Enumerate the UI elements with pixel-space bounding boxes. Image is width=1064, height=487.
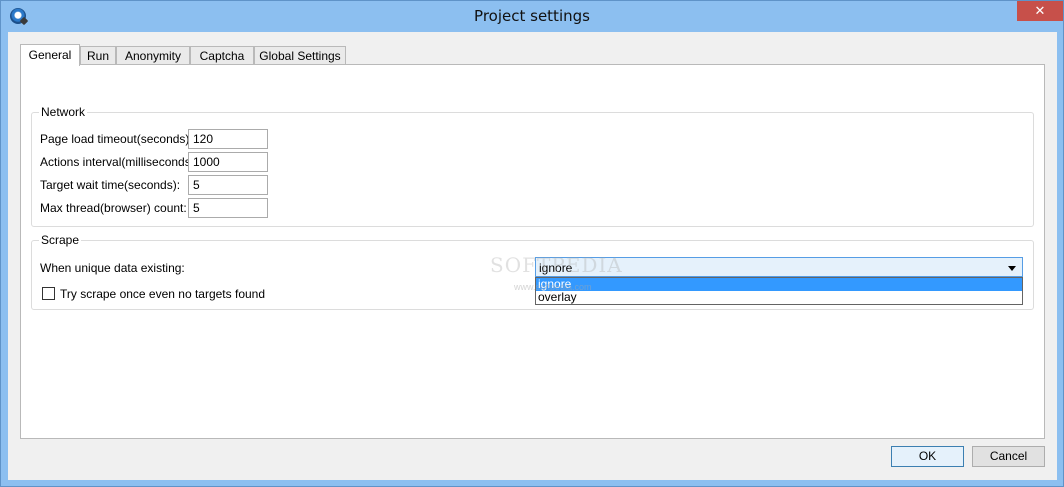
softpedia-watermark: SOFTPEDIA xyxy=(490,253,623,277)
tab-run[interactable]: Run xyxy=(80,46,116,65)
page-load-timeout-label: Page load timeout(seconds): xyxy=(40,132,193,146)
tab-captcha[interactable]: Captcha xyxy=(190,46,254,65)
dialog-client-area: General Run Anonymity Captcha Global Set… xyxy=(8,32,1057,480)
try-scrape-once-label[interactable]: Try scrape once even no targets found xyxy=(60,287,265,301)
dropdown-option-ignore[interactable]: ignore xyxy=(536,278,1022,291)
try-scrape-once-checkbox[interactable] xyxy=(42,287,55,300)
scrape-legend: Scrape xyxy=(39,233,82,247)
general-tab-page: Network Page load timeout(seconds): Acti… xyxy=(20,64,1045,439)
unique-data-label: When unique data existing: xyxy=(40,261,185,275)
page-load-timeout-input[interactable] xyxy=(188,129,268,149)
tab-global-settings[interactable]: Global Settings xyxy=(254,46,346,65)
cancel-button[interactable]: Cancel xyxy=(972,446,1045,467)
unique-data-dropdown-list: ignore overlay xyxy=(535,277,1023,305)
chevron-down-icon[interactable] xyxy=(1008,266,1016,271)
project-settings-window: Project settings ✕ General Run Anonymity… xyxy=(0,0,1064,487)
dropdown-option-overlay[interactable]: overlay xyxy=(536,291,1022,304)
network-group: Network Page load timeout(seconds): Acti… xyxy=(31,105,1034,227)
title-bar[interactable]: Project settings ✕ xyxy=(1,1,1063,32)
window-title: Project settings xyxy=(474,7,590,25)
target-wait-time-input[interactable] xyxy=(188,175,268,195)
tab-general[interactable]: General xyxy=(20,44,80,66)
max-thread-count-label: Max thread(browser) count: xyxy=(40,201,187,215)
actions-interval-label: Actions interval(milliseconds): xyxy=(40,155,199,169)
actions-interval-input[interactable] xyxy=(188,152,268,172)
network-legend: Network xyxy=(39,105,88,119)
tab-anonymity[interactable]: Anonymity xyxy=(116,46,190,65)
scrape-group: Scrape When unique data existing: ignore… xyxy=(31,233,1034,310)
target-wait-time-label: Target wait time(seconds): xyxy=(40,178,181,192)
max-thread-count-input[interactable] xyxy=(188,198,268,218)
ok-button[interactable]: OK xyxy=(891,446,964,467)
softpedia-watermark-url: www.softpedia.com xyxy=(514,282,592,292)
close-button[interactable]: ✕ xyxy=(1017,1,1063,21)
